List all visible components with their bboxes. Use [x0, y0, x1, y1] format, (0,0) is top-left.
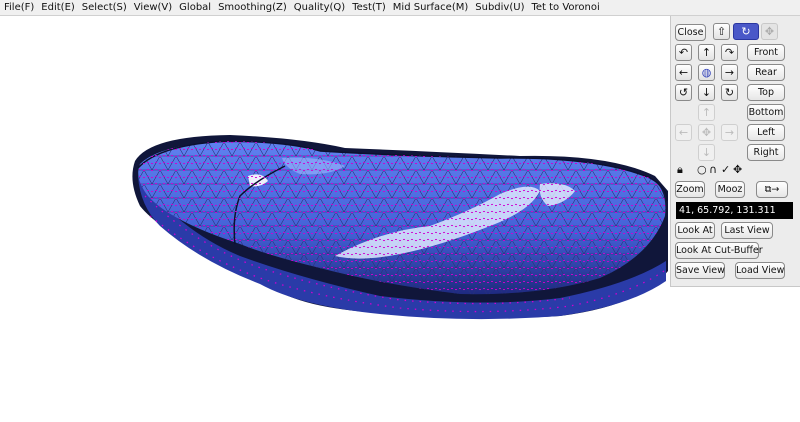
rotate-ccw-icon[interactable]: ↶	[675, 44, 692, 61]
pan-left-icon[interactable]: ←	[675, 124, 692, 141]
load-view-button[interactable]: Load View	[735, 262, 785, 279]
move-icon[interactable]: ✥	[761, 23, 778, 40]
up-arrow-icon[interactable]: ⇧	[713, 23, 730, 40]
left-view-button[interactable]: Left	[747, 124, 785, 141]
roll-right-icon[interactable]: ↻	[721, 84, 738, 101]
arrow-right-icon[interactable]: →	[721, 64, 738, 81]
menu-select[interactable]: Select(S)	[78, 0, 130, 15]
pan-center-icon[interactable]: ✥	[698, 124, 715, 141]
last-view-button[interactable]: Last View	[721, 222, 773, 239]
3d-viewport[interactable]	[0, 16, 670, 418]
menu-tet-to-voronoi[interactable]: Tet to Voronoi	[527, 0, 602, 15]
circle-icon[interactable]: ○	[697, 164, 707, 176]
top-view-button[interactable]: Top	[747, 84, 785, 101]
save-view-button[interactable]: Save View	[675, 262, 725, 279]
lock-icon[interactable]: 🔒︎	[677, 164, 683, 176]
arrow-up-icon[interactable]: ↑	[698, 44, 715, 61]
menu-edit[interactable]: Edit(E)	[37, 0, 78, 15]
menu-smoothing[interactable]: Smoothing(Z)	[214, 0, 290, 15]
mooz-button[interactable]: Mooz	[715, 181, 745, 198]
view-control-panel: Close ⇧ ↻ ✥ ↶ ↑ ↷ ← ◍ → ↺ ↓ ↻ Front Rear…	[670, 16, 800, 287]
globe-icon[interactable]: ◍	[698, 64, 715, 81]
rear-view-button[interactable]: Rear	[747, 64, 785, 81]
bottom-view-button[interactable]: Bottom	[747, 104, 785, 121]
pan-down-icon[interactable]: ↓	[698, 144, 715, 161]
rotate-cw-icon[interactable]: ↷	[721, 44, 738, 61]
close-button[interactable]: Close	[675, 24, 706, 41]
menu-file[interactable]: File(F)	[0, 0, 37, 15]
mesh-view	[132, 135, 669, 320]
loop-icon[interactable]: ∩	[709, 164, 717, 176]
menu-quality[interactable]: Quality(Q)	[290, 0, 348, 15]
check-icon[interactable]: ✓	[721, 164, 730, 176]
pan-right-icon[interactable]: →	[721, 124, 738, 141]
front-view-button[interactable]: Front	[747, 44, 785, 61]
pan-up-icon[interactable]: ↑	[698, 104, 715, 121]
arrow-down-icon[interactable]: ↓	[698, 84, 715, 101]
zoom-button[interactable]: Zoom	[675, 181, 705, 198]
look-at-cut-buffer-button[interactable]: Look At Cut-Buffer	[675, 242, 763, 259]
roll-left-icon[interactable]: ↺	[675, 84, 692, 101]
look-at-button[interactable]: Look At	[675, 222, 715, 239]
menu-bar: File(F) Edit(E) Select(S) View(V) Global…	[0, 0, 800, 16]
menu-test[interactable]: Test(T)	[348, 0, 389, 15]
menu-subdiv[interactable]: Subdiv(U)	[471, 0, 527, 15]
cursor-coordinates: 41, 65.792, 131.311	[676, 202, 793, 219]
copy-view-icon[interactable]: ⧉→	[756, 181, 788, 198]
menu-global[interactable]: Global	[175, 0, 214, 15]
arrow-left-icon[interactable]: ←	[675, 64, 692, 81]
menu-mid-surface[interactable]: Mid Surface(M)	[389, 0, 471, 15]
rotate-icon[interactable]: ↻	[733, 23, 759, 40]
menu-view[interactable]: View(V)	[130, 0, 175, 15]
move-cross-icon[interactable]: ✥	[733, 164, 742, 176]
right-view-button[interactable]: Right	[747, 144, 785, 161]
